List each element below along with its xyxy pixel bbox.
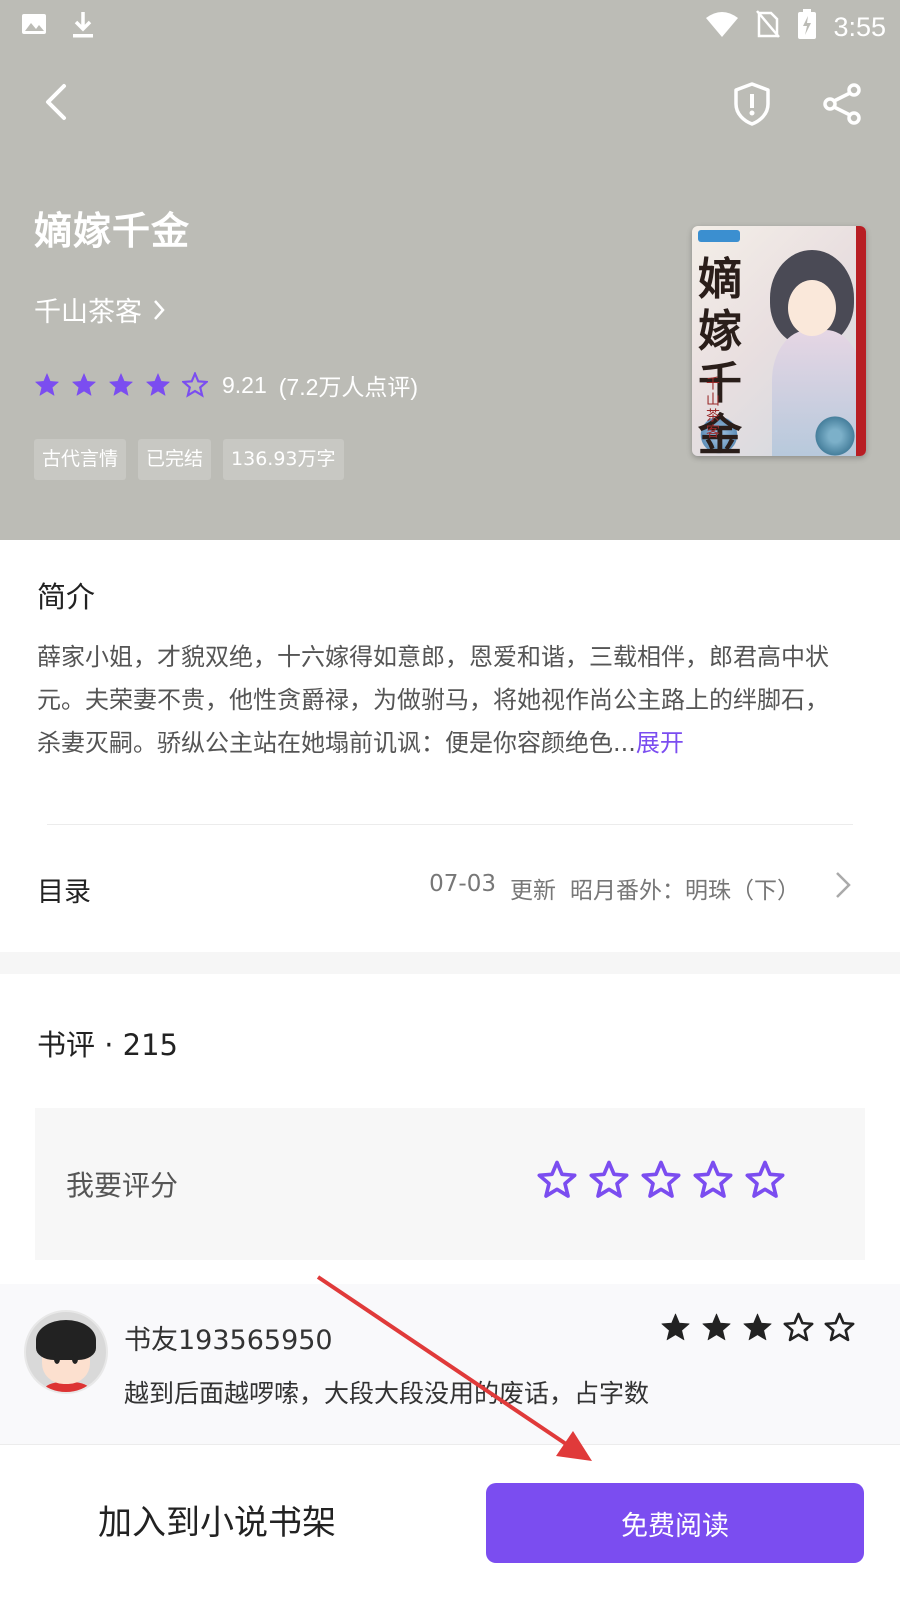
book-header: 3:55 嫡嫁千金 千山茶客 9.21 (7.2万人点评) 古代言情 已完结 1…: [0, 0, 900, 540]
star-filled-icon: [702, 1313, 731, 1341]
rating-count: (7.2万人点评): [278, 374, 419, 400]
star-icon: [72, 373, 96, 396]
tag-genre[interactable]: 古代言情: [34, 439, 127, 480]
avatar[interactable]: [24, 1310, 108, 1394]
star-icon: [182, 372, 208, 398]
toc-date: 07-03: [429, 871, 496, 897]
back-arrow-icon: [46, 84, 66, 120]
rating-stars: [34, 372, 208, 398]
add-to-shelf-button[interactable]: 加入到小说书架: [98, 1495, 336, 1544]
toc-latest-chapter: 昭月番外：明珠（下）: [570, 878, 800, 904]
book-cover[interactable]: 嫡嫁千金 千山茶客: [692, 226, 866, 456]
book-tags: 古代言情 已完结 136.93万字: [34, 439, 344, 480]
star-filled-icon: [743, 1313, 772, 1341]
author-name: 千山茶客: [34, 297, 142, 328]
image-icon: [20, 10, 48, 44]
chevron-right-icon: [154, 299, 165, 320]
intro-body: 薛家小姐，才貌双绝，十六嫁得如意郎，恩爱和谐，三载相伴，郎君高中状元。夫荣妻不贵…: [37, 643, 829, 757]
review-item[interactable]: 书友193565950 越到后面越啰嗦，大段大段没用的废话，占字数: [0, 1284, 900, 1444]
star-outline-icon[interactable]: [745, 1160, 785, 1200]
intro-text: 薛家小姐，才貌双绝，十六嫁得如意郎，恩爱和谐，三载相伴，郎君高中状元。夫荣妻不贵…: [37, 636, 847, 765]
star-outline-icon: [824, 1312, 855, 1342]
bottom-bar: 加入到小说书架 免费阅读: [0, 1444, 900, 1600]
chevron-right-icon: [836, 872, 851, 898]
rate-prompt: 我要评分: [66, 1169, 179, 1202]
toc-row[interactable]: 目录 07-03 更新 昭月番外：明珠（下）: [0, 825, 900, 953]
cover-author: 千山茶客: [704, 376, 720, 440]
rate-stars: [537, 1160, 785, 1200]
star-outline-icon: [783, 1312, 814, 1342]
star-outline-icon[interactable]: [589, 1160, 629, 1200]
back-button[interactable]: [36, 80, 80, 124]
no-sim-icon: [755, 9, 781, 46]
shield-alert-icon: [734, 82, 770, 126]
tag-word-count: 136.93万字: [223, 439, 344, 480]
star-icon: [109, 373, 133, 396]
star-filled-icon: [661, 1313, 690, 1341]
status-bar: 3:55: [0, 0, 900, 50]
star-icon: [35, 373, 59, 396]
download-icon: [70, 10, 96, 44]
rate-box: 我要评分: [35, 1108, 865, 1260]
wifi-icon: [705, 10, 739, 45]
battery-charging-icon: [797, 8, 817, 47]
intro-title: 简介: [37, 580, 96, 614]
share-icon: [823, 83, 861, 125]
star-icon: [146, 373, 170, 396]
tag-status: 已完结: [138, 439, 212, 480]
clock: 3:55: [833, 12, 886, 42]
toc-update: 更新: [510, 878, 556, 904]
star-outline-icon[interactable]: [537, 1160, 577, 1200]
rating-row: 9.21 (7.2万人点评): [34, 368, 418, 402]
rating-score: 9.21: [222, 371, 267, 398]
review-stars: [660, 1312, 855, 1343]
toc-label: 目录: [37, 877, 91, 908]
book-title: 嫡嫁千金: [34, 209, 191, 253]
publisher-logo: [698, 230, 740, 242]
star-outline-icon[interactable]: [693, 1160, 733, 1200]
star-outline-icon[interactable]: [641, 1160, 681, 1200]
author-link[interactable]: 千山茶客: [34, 290, 166, 329]
reviewer-name: 书友193565950: [124, 1325, 333, 1356]
expand-link[interactable]: 展开: [636, 729, 684, 757]
section-separator: [0, 952, 900, 974]
report-button[interactable]: [728, 80, 776, 128]
cover-flower: [810, 416, 860, 456]
review-text: 越到后面越啰嗦，大段大段没用的废话，占字数: [124, 1379, 650, 1408]
reviews-title: 书评 · 215: [37, 1028, 179, 1062]
toc-latest: 07-03 更新 昭月番外：明珠（下）: [429, 871, 800, 905]
read-free-button[interactable]: 免费阅读: [486, 1483, 864, 1563]
share-button[interactable]: [818, 80, 866, 128]
